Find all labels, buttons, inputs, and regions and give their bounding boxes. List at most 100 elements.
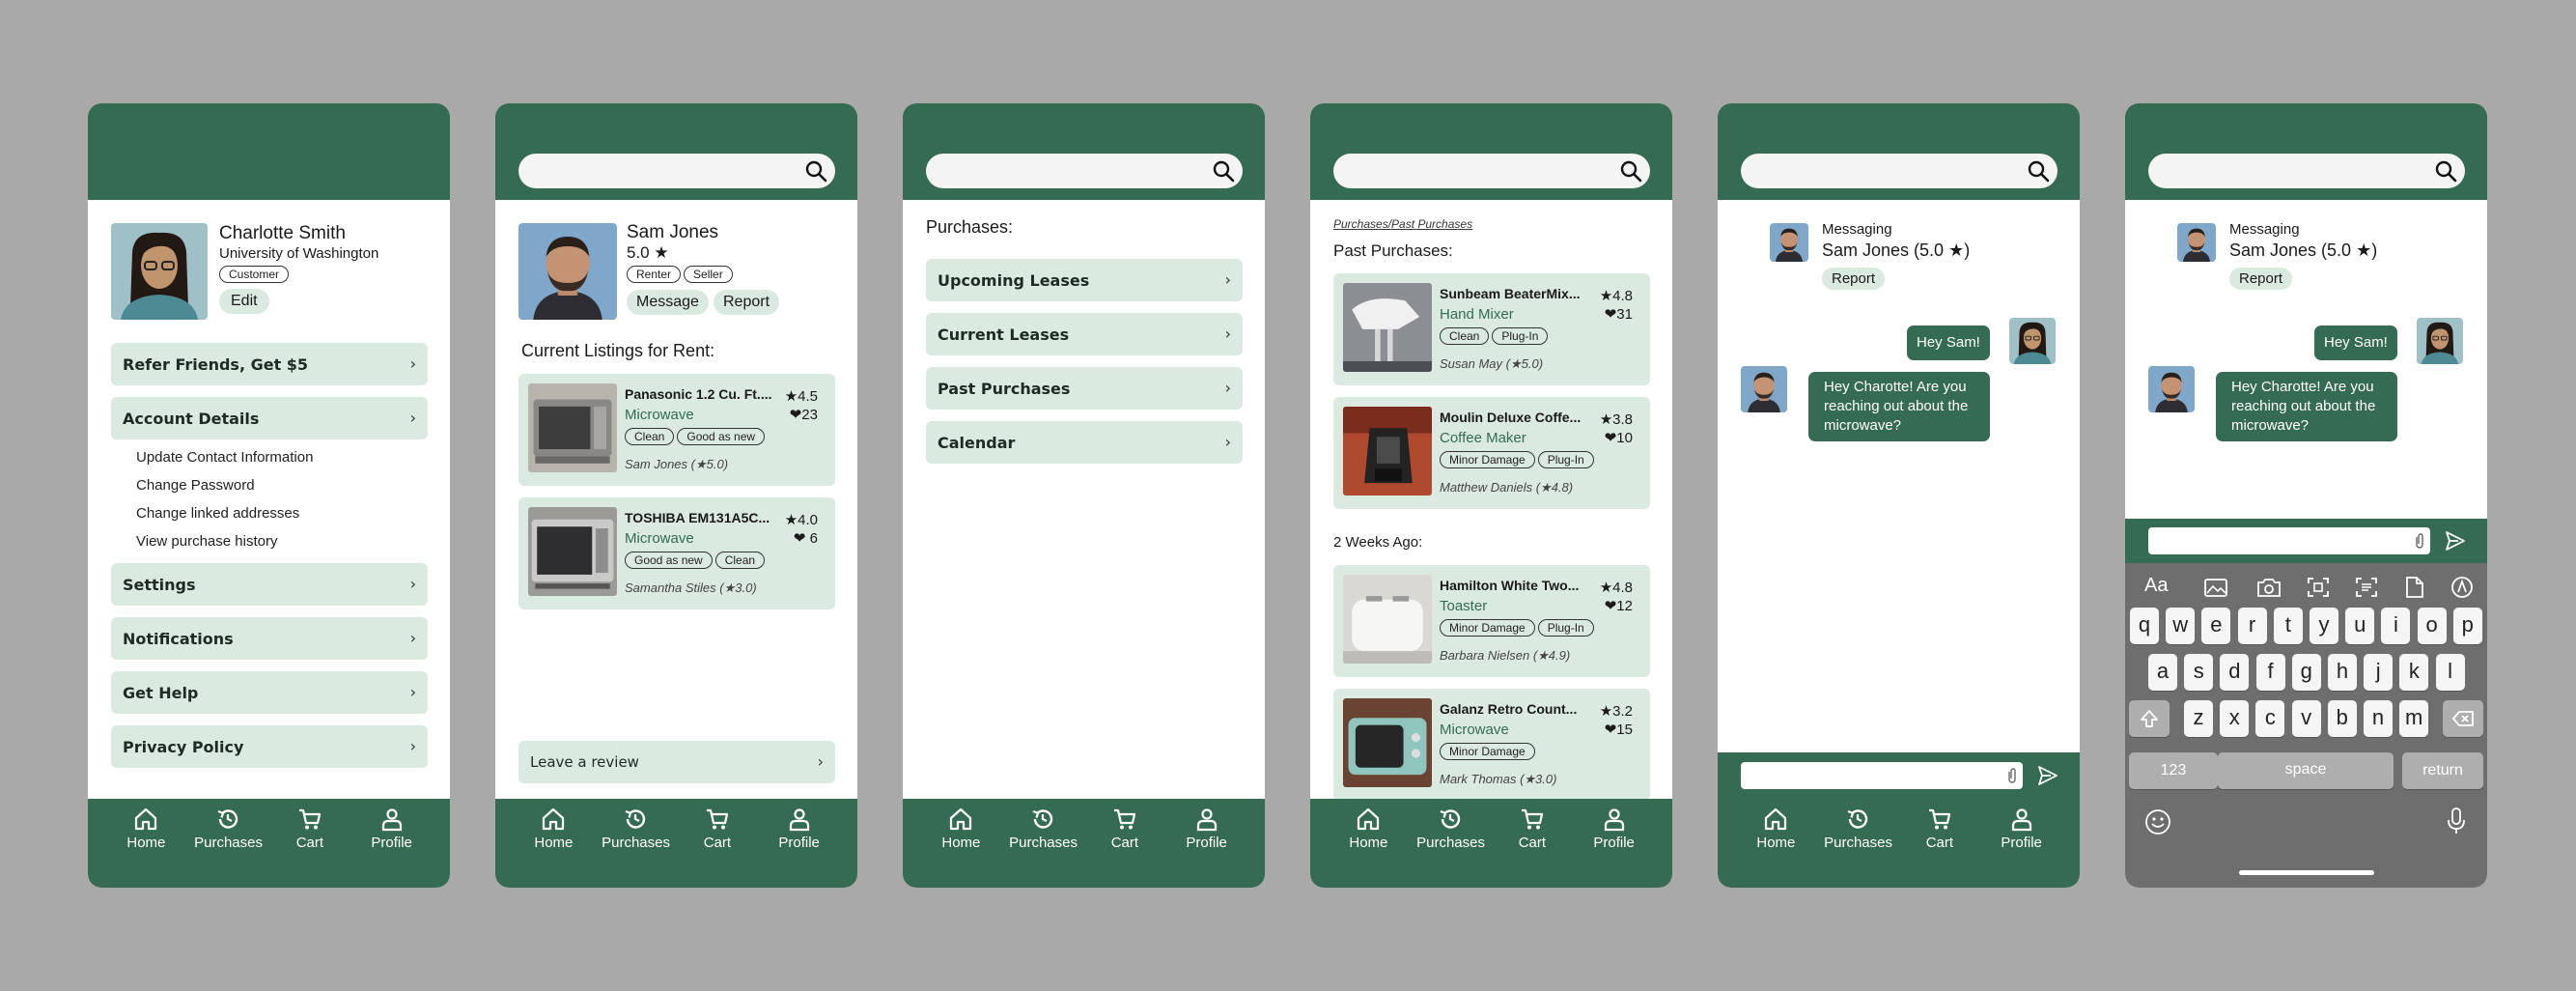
get-help-row[interactable]: Get Help › [111,671,428,714]
report-button[interactable]: Report [714,290,780,315]
nav-home[interactable]: Home [1742,807,1809,888]
nav-purchases[interactable]: Purchases [1824,807,1892,888]
upcoming-leases-row[interactable]: Upcoming Leases › [926,259,1243,301]
return-key[interactable]: return [2402,752,2483,789]
nav-profile[interactable]: Profile [766,807,833,888]
scan-icon[interactable] [2307,577,2330,598]
edit-button[interactable]: Edit [219,289,269,314]
key-i[interactable]: i [2381,608,2411,644]
search-input[interactable] [1741,154,2058,188]
key-m[interactable]: m [2399,700,2429,737]
refer-friends-row[interactable]: Refer Friends, Get $5 › [111,343,428,385]
paperclip-icon[interactable] [2415,532,2424,550]
paperclip-icon[interactable] [2007,767,2017,784]
nav-cart[interactable]: Cart [276,807,344,888]
update-contact-link[interactable]: Update Contact Information [136,449,313,466]
send-icon[interactable] [2037,765,2058,786]
message-input[interactable] [2148,527,2430,554]
message-button[interactable]: Message [627,290,709,315]
nav-home[interactable]: Home [519,807,587,888]
search-icon[interactable] [1212,159,1235,183]
calendar-row[interactable]: Calendar › [926,421,1243,464]
purchase-card[interactable]: Moulin Deluxe Coffe... Coffee Maker Mino… [1333,397,1650,509]
nav-profile[interactable]: Profile [358,807,426,888]
purchase-card[interactable]: Hamilton White Two... Toaster Minor Dama… [1333,565,1650,677]
nav-purchases[interactable]: Purchases [602,807,670,888]
nav-purchases[interactable]: Purchases [1416,807,1485,888]
shift-key[interactable] [2129,700,2170,737]
key-e[interactable]: e [2201,608,2231,644]
key-h[interactable]: h [2328,654,2357,691]
key-j[interactable]: j [2364,654,2394,691]
format-text-icon[interactable]: Aa [2144,575,2168,597]
key-p[interactable]: p [2452,608,2482,644]
past-purchases-row[interactable]: Past Purchases › [926,367,1243,410]
nav-purchases[interactable]: Purchases [1009,807,1078,888]
key-d[interactable]: d [2220,654,2250,691]
purchase-history-link[interactable]: View purchase history [136,533,277,550]
nav-home[interactable]: Home [112,807,180,888]
search-icon[interactable] [1619,159,1642,183]
microphone-icon[interactable] [2446,807,2467,835]
privacy-policy-row[interactable]: Privacy Policy › [111,725,428,768]
notifications-row[interactable]: Notifications › [111,617,428,660]
emoji-icon[interactable] [2144,808,2171,835]
change-password-link[interactable]: Change Password [136,477,255,494]
key-k[interactable]: k [2399,654,2429,691]
numbers-key[interactable]: 123 [2129,752,2218,789]
space-key[interactable]: space [2218,752,2394,789]
purchase-card[interactable]: Galanz Retro Count... Microwave Minor Da… [1333,689,1650,801]
file-icon[interactable] [2405,576,2424,599]
camera-icon[interactable] [2256,577,2282,598]
key-o[interactable]: o [2417,608,2447,644]
report-button[interactable]: Report [2229,268,2293,290]
key-x[interactable]: x [2220,700,2250,737]
key-u[interactable]: u [2345,608,2375,644]
key-t[interactable]: t [2273,608,2303,644]
key-y[interactable]: y [2310,608,2338,644]
nav-purchases[interactable]: Purchases [194,807,263,888]
key-b[interactable]: b [2327,700,2357,737]
key-f[interactable]: f [2255,654,2285,691]
key-r[interactable]: r [2237,608,2267,644]
nav-profile[interactable]: Profile [1581,807,1648,888]
nav-cart[interactable]: Cart [1498,807,1566,888]
send-icon[interactable] [2445,530,2466,552]
doc-scan-icon[interactable] [2355,577,2378,598]
account-details-row[interactable]: Account Details › [111,397,428,439]
listing-card[interactable]: TOSHIBA EM131A5C... Microwave Good as ne… [518,497,835,609]
change-addresses-link[interactable]: Change linked addresses [136,505,299,522]
search-icon[interactable] [2027,159,2050,183]
key-c[interactable]: c [2255,700,2285,737]
nav-cart[interactable]: Cart [1091,807,1159,888]
key-a[interactable]: a [2148,654,2177,691]
current-leases-row[interactable]: Current Leases › [926,313,1243,355]
breadcrumb[interactable]: Purchases/Past Purchases [1333,217,1472,231]
key-w[interactable]: w [2166,608,2196,644]
nav-profile[interactable]: Profile [1988,807,2056,888]
key-n[interactable]: n [2364,700,2393,737]
nav-cart[interactable]: Cart [1906,807,1974,888]
search-input[interactable] [518,154,835,188]
listing-card[interactable]: Panasonic 1.2 Cu. Ft.... Microwave Clean… [518,374,835,486]
report-button[interactable]: Report [1822,268,1886,290]
key-z[interactable]: z [2184,700,2213,737]
search-icon[interactable] [804,159,827,183]
nav-home[interactable]: Home [927,807,994,888]
nav-profile[interactable]: Profile [1173,807,1241,888]
settings-row[interactable]: Settings › [111,563,428,606]
leave-review-row[interactable]: Leave a review › [518,741,835,783]
search-input[interactable] [926,154,1243,188]
key-v[interactable]: v [2291,700,2321,737]
key-q[interactable]: q [2130,608,2159,644]
backspace-key[interactable] [2443,700,2483,737]
nav-cart[interactable]: Cart [684,807,751,888]
search-input[interactable] [2148,154,2465,188]
search-input[interactable] [1333,154,1650,188]
compass-icon[interactable] [2450,576,2474,599]
message-input[interactable] [1741,762,2023,789]
nav-home[interactable]: Home [1334,807,1402,888]
search-icon[interactable] [2434,159,2457,183]
key-g[interactable]: g [2291,654,2321,691]
key-l[interactable]: l [2435,654,2465,691]
